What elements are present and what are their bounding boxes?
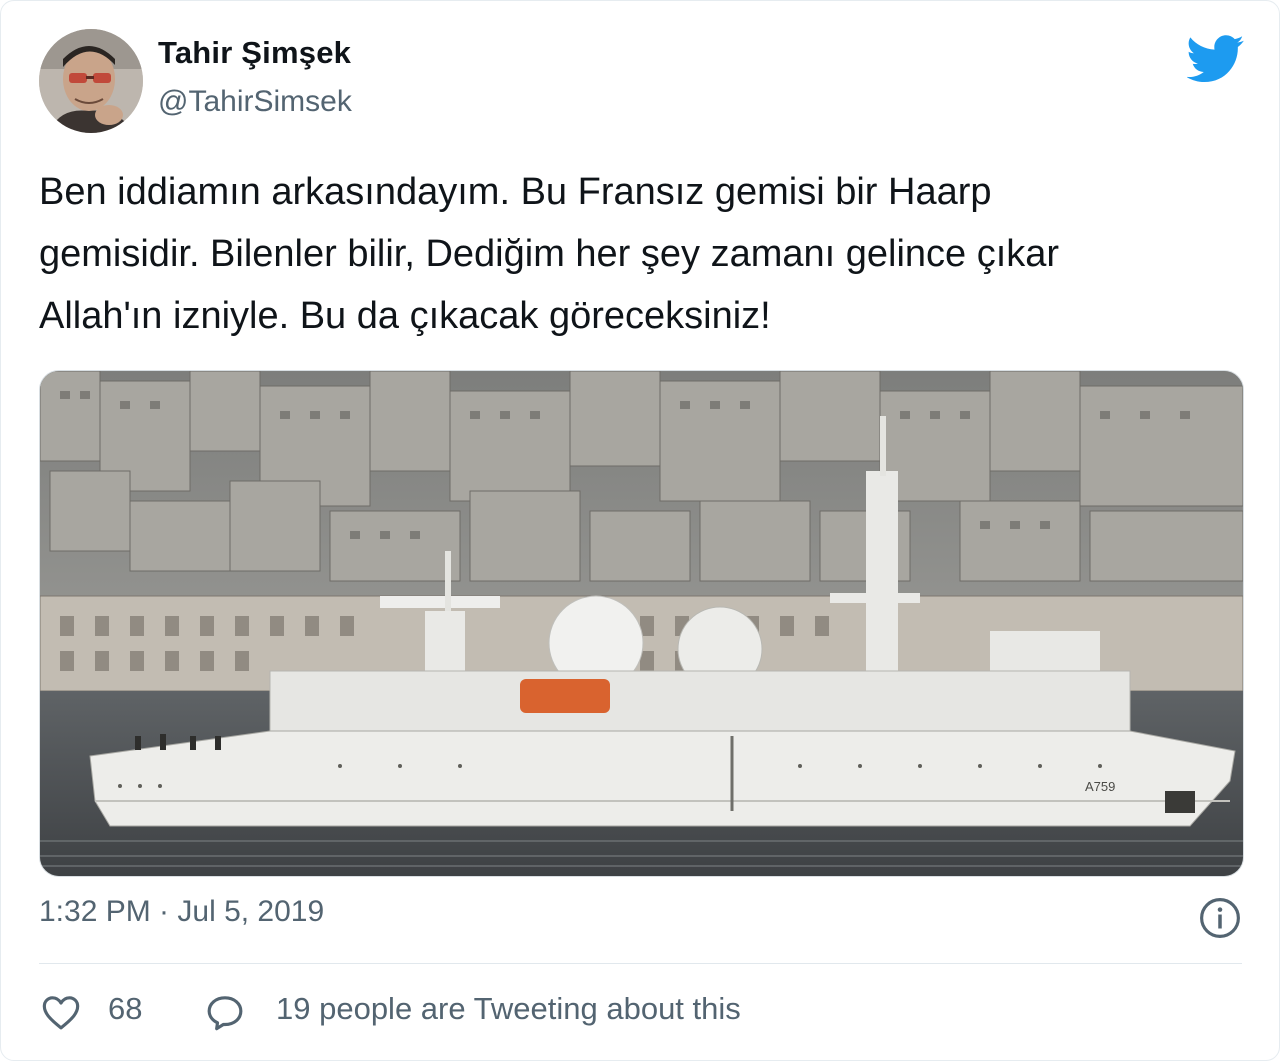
tweet-text: Ben iddiamın arkasındayım. Bu Fransız ge… — [39, 161, 1249, 347]
tweet-text-line: Allah'ın izniyle. Bu da çıkacak göreceks… — [39, 295, 771, 337]
avatar-photo — [39, 29, 143, 133]
tweet-text-line: Ben iddiamın arkasındayım. Bu Fransız ge… — [39, 171, 992, 213]
tweet-text-line: gemisidir. Bilenler bilir, Dediğim her ş… — [39, 233, 1060, 275]
twitter-bird-icon[interactable] — [1187, 35, 1245, 83]
like-count[interactable]: 68 — [108, 991, 142, 1027]
tweet-photo[interactable]: A759 — [39, 370, 1244, 877]
avatar[interactable] — [39, 29, 143, 133]
hull-number: A759 — [1085, 779, 1115, 794]
ship-photo: A759 — [40, 371, 1243, 876]
tweet-card: Tahir Şimşek @TahirSimsek Ben iddiamın a… — [0, 0, 1280, 1061]
info-icon[interactable] — [1199, 897, 1241, 939]
conversation-link[interactable]: 19 people are Tweeting about this — [276, 991, 741, 1027]
heart-icon[interactable] — [41, 993, 81, 1031]
author-handle[interactable]: @TahirSimsek — [158, 85, 352, 119]
tweet-timestamp[interactable]: 1:32 PM · Jul 5, 2019 — [39, 895, 324, 929]
author-name[interactable]: Tahir Şimşek — [158, 35, 351, 71]
speech-bubble-icon[interactable] — [205, 993, 245, 1031]
divider — [39, 963, 1242, 964]
